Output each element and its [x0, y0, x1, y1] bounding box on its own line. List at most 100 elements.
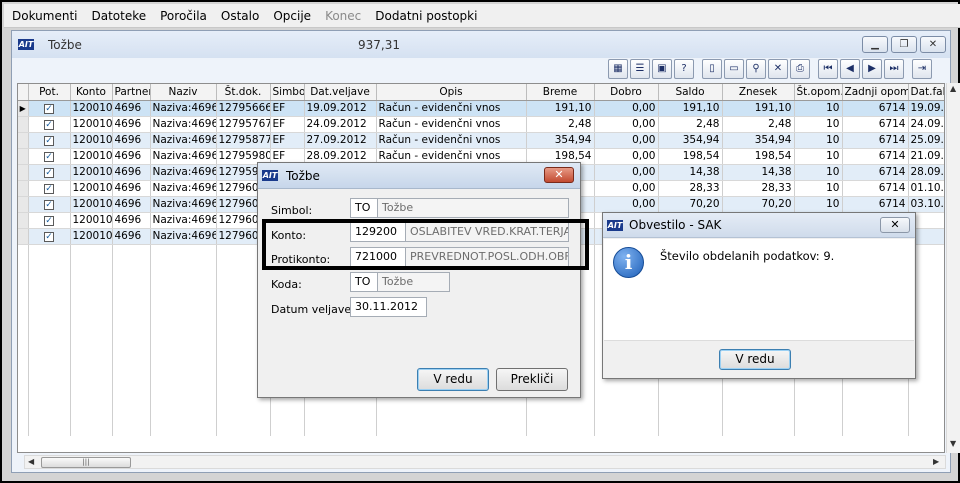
- empty-cell: [150, 340, 217, 356]
- cell-stopom: 10: [794, 164, 843, 181]
- column-header[interactable]: Št.opom.: [794, 84, 843, 101]
- menu-dokumenti[interactable]: Dokumenti: [12, 9, 77, 23]
- pot-checkbox[interactable]: ✓: [44, 232, 54, 242]
- pot-checkbox[interactable]: ✓: [44, 152, 54, 162]
- column-header[interactable]: Saldo: [658, 84, 723, 101]
- pot-checkbox[interactable]: ✓: [44, 216, 54, 226]
- next-record-icon[interactable]: ▶: [862, 59, 882, 79]
- cell-zadnji: 6714: [842, 196, 909, 213]
- pot-checkbox[interactable]: ✓: [44, 168, 54, 178]
- toolbar: ▦ ☰ ▣ ? ▯ ▭ ⚲ ✕ ⎙ ⏮ ◀ ▶ ⏭ ⇥: [608, 59, 934, 81]
- pot-checkbox[interactable]: ✓: [44, 120, 54, 130]
- column-header[interactable]: Simbol: [270, 84, 305, 101]
- open-folder-icon[interactable]: ▭: [724, 59, 744, 79]
- datum-veljave-field[interactable]: 30.11.2012: [350, 297, 427, 317]
- cell-saldo: 354,94: [658, 132, 723, 149]
- row-indicator[interactable]: [18, 212, 29, 229]
- scroll-down-icon[interactable]: ▼: [950, 439, 956, 448]
- column-header[interactable]: Konto: [70, 84, 113, 101]
- menu-ostalo[interactable]: Ostalo: [221, 9, 259, 23]
- pot-checkbox[interactable]: ✓: [44, 136, 54, 146]
- delete-icon[interactable]: ✕: [768, 59, 788, 79]
- menu-dodatni-postopki[interactable]: Dodatni postopki: [375, 9, 477, 23]
- empty-cell: [70, 388, 113, 404]
- ok-button[interactable]: V redu: [719, 349, 791, 370]
- pot-checkbox[interactable]: ✓: [44, 184, 54, 194]
- screen-icon[interactable]: ▣: [652, 59, 672, 79]
- pot-checkbox[interactable]: ✓: [44, 200, 54, 210]
- child-window-titlebar[interactable]: AIT Tožbe 937,31 ▁ ❐ ✕: [12, 31, 950, 58]
- close-icon[interactable]: ✕: [880, 217, 910, 233]
- row-indicator[interactable]: [18, 116, 29, 133]
- row-indicator[interactable]: [18, 148, 29, 165]
- edit-list-icon[interactable]: ☰: [630, 59, 650, 79]
- menu-porocila[interactable]: Poročila: [160, 9, 207, 23]
- cell-datf: 03.10.2012: [908, 196, 944, 213]
- table-row[interactable]: ✓ 120010 4696 Naziva:4696 12795877 EF 27.09.20…: [18, 132, 944, 149]
- cell-znesek: 28,33: [722, 180, 795, 197]
- column-header[interactable]: Znesek: [722, 84, 795, 101]
- horizontal-scroll-thumb[interactable]: |||: [41, 457, 131, 468]
- scroll-right-icon[interactable]: ▶: [933, 457, 939, 466]
- empty-cell: [150, 244, 217, 260]
- row-indicator[interactable]: [18, 228, 29, 245]
- first-record-icon[interactable]: ⏮: [818, 59, 838, 79]
- empty-cell: [794, 388, 843, 404]
- cell-partner: 4696: [112, 196, 151, 213]
- row-indicator[interactable]: [18, 132, 29, 149]
- pot-checkbox[interactable]: ✓: [44, 104, 54, 114]
- row-indicator[interactable]: [18, 180, 29, 197]
- column-header[interactable]: Dat.veljave: [304, 84, 377, 101]
- exit-door-icon[interactable]: ⇥: [912, 59, 932, 79]
- empty-cell: [150, 292, 217, 308]
- print-icon[interactable]: ⎙: [790, 59, 810, 79]
- empty-cell: [794, 404, 843, 420]
- calendar-icon[interactable]: ▦: [608, 59, 628, 79]
- help-icon[interactable]: ?: [674, 59, 694, 79]
- table-row[interactable]: ✓ 120010 4696 Naziva:4696 12795767 EF 24.09.20…: [18, 116, 944, 133]
- column-header[interactable]: Opis: [376, 84, 527, 101]
- row-indicator[interactable]: ▶: [18, 100, 29, 117]
- minimize-icon[interactable]: ▁: [862, 36, 888, 53]
- restore-icon[interactable]: ❐: [891, 36, 917, 53]
- column-header[interactable]: Pot.: [28, 84, 71, 101]
- menu-opcije[interactable]: Opcije: [273, 9, 311, 23]
- column-header[interactable]: Št.dok.: [216, 84, 271, 101]
- ok-button[interactable]: V redu: [417, 368, 489, 391]
- table-row[interactable]: ▶ ✓ 120010 4696 Naziva:4696 12795666 EF 19.09.2…: [18, 100, 944, 117]
- column-header[interactable]: Zadnji opom.: [842, 84, 909, 101]
- empty-cell: [150, 324, 217, 340]
- menu-konec[interactable]: Konec: [325, 9, 361, 23]
- menu-datoteke[interactable]: Datoteke: [91, 9, 146, 23]
- scroll-up-icon[interactable]: ▲: [950, 84, 956, 93]
- empty-cell: [18, 404, 29, 420]
- search-icon[interactable]: ⚲: [746, 59, 766, 79]
- previous-record-icon[interactable]: ◀: [840, 59, 860, 79]
- close-icon[interactable]: ✕: [920, 36, 946, 53]
- empty-cell: [112, 244, 151, 260]
- column-header[interactable]: Dat.fakture: [908, 84, 944, 101]
- row-indicator[interactable]: [18, 196, 29, 213]
- scroll-left-icon[interactable]: ◀: [28, 457, 34, 466]
- empty-cell: [28, 372, 71, 388]
- empty-cell: [112, 372, 151, 388]
- column-header[interactable]: Breme: [526, 84, 595, 101]
- empty-cell: [270, 404, 305, 420]
- message-box-titlebar[interactable]: AIT Obvestilo - SAK ✕: [603, 213, 915, 238]
- cell-partner: 4696: [112, 212, 151, 229]
- last-record-icon[interactable]: ⏭: [884, 59, 904, 79]
- column-header[interactable]: Dobro: [594, 84, 659, 101]
- simbol-code-field[interactable]: TO: [350, 198, 378, 218]
- header-indicator: [18, 84, 29, 101]
- dialog-titlebar[interactable]: AIT Tožbe ✕: [258, 163, 580, 189]
- empty-cell: [112, 340, 151, 356]
- horizontal-scrollbar[interactable]: ◀ ||| ▶: [24, 455, 946, 469]
- column-header[interactable]: Naziv: [150, 84, 217, 101]
- vertical-scrollbar[interactable]: ▲ ▼: [946, 83, 960, 453]
- row-indicator[interactable]: [18, 164, 29, 181]
- koda-code-field[interactable]: TO: [350, 272, 378, 292]
- column-header[interactable]: Partner: [112, 84, 151, 101]
- close-icon[interactable]: ✕: [544, 167, 574, 183]
- new-document-icon[interactable]: ▯: [702, 59, 722, 79]
- cancel-button[interactable]: Prekliči: [496, 368, 568, 391]
